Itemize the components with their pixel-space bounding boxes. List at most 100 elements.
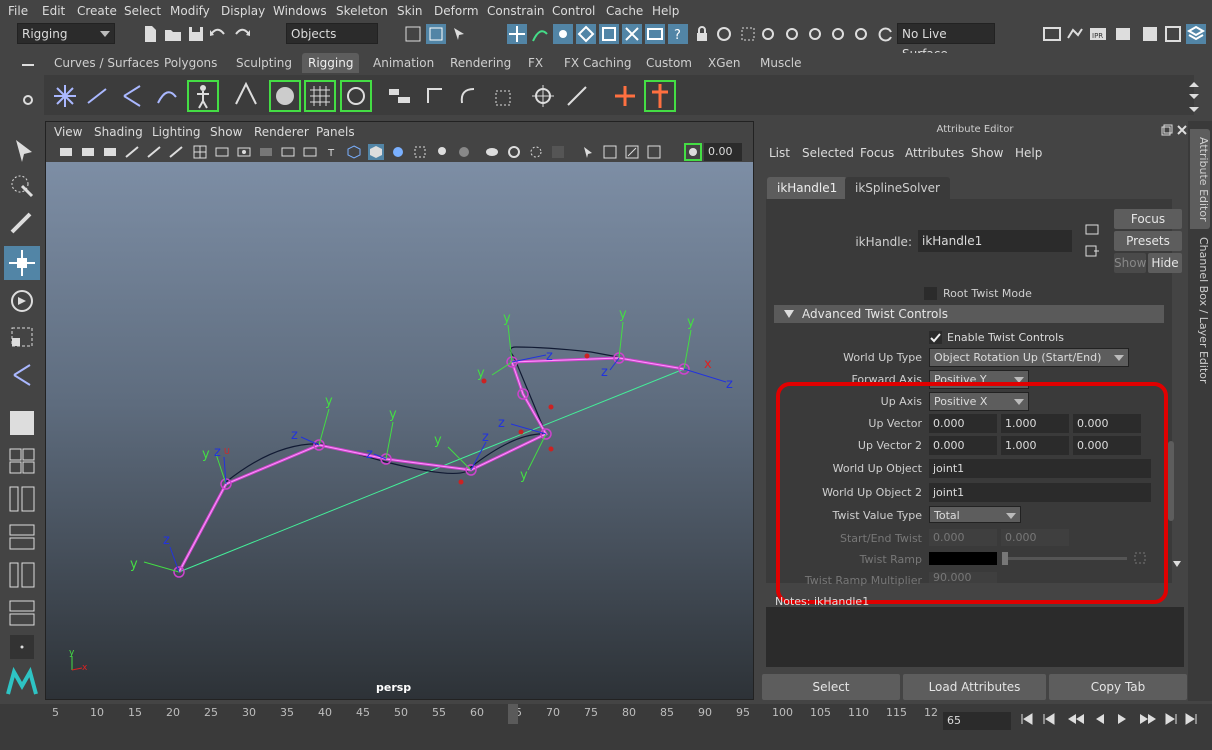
snap-view-plane-icon[interactable] [576, 24, 596, 44]
camera-select-icon[interactable] [58, 144, 74, 160]
ipr-render-icon[interactable]: IPR [1088, 24, 1108, 44]
panel-menu-renderer[interactable]: Renderer [254, 125, 309, 139]
lasso-tool-icon[interactable] [4, 170, 40, 204]
exposure-icon[interactable] [684, 143, 702, 161]
load-attributes-button[interactable]: Load Attributes [903, 674, 1046, 700]
four-pane-icon[interactable] [4, 444, 40, 478]
rotate-tool-icon[interactable] [4, 284, 40, 318]
render-view-icon[interactable] [1042, 24, 1062, 44]
make-live-icon[interactable] [599, 24, 619, 44]
aim-constraint-icon[interactable] [530, 83, 558, 109]
backface-culling-icon[interactable] [646, 144, 662, 160]
snap-align-icon[interactable] [807, 24, 827, 44]
lasso-icon[interactable] [738, 24, 758, 44]
panel-menu-shading[interactable]: Shading [94, 125, 143, 139]
copy-node-icon[interactable] [1084, 221, 1100, 237]
safe-title-icon[interactable]: T [324, 144, 340, 160]
parent-constraint-icon[interactable] [386, 83, 414, 109]
xray-joints-icon[interactable] [624, 144, 640, 160]
snap-grid-icon[interactable] [507, 24, 527, 44]
ae-menu-focus[interactable]: Focus [860, 146, 894, 160]
film-gate-icon[interactable] [214, 144, 230, 160]
shadows-icon[interactable] [456, 144, 472, 160]
anti-aliasing-icon[interactable] [528, 144, 544, 160]
menu-windows[interactable]: Windows [273, 4, 327, 18]
grease-pencil-icon[interactable] [168, 144, 184, 160]
menu-skeleton[interactable]: Skeleton [336, 4, 388, 18]
select-object-icon[interactable] [426, 24, 446, 44]
gate-mask-icon[interactable] [258, 144, 274, 160]
ae-menu-attributes[interactable]: Attributes [905, 146, 964, 160]
shelf-tab-fx-caching[interactable]: FX Caching [558, 53, 637, 73]
menu-select[interactable]: Select [124, 4, 161, 18]
menu-skin[interactable]: Skin [397, 4, 423, 18]
panel-menu-panels[interactable]: Panels [316, 125, 355, 139]
toggle-attribute-editor-icon[interactable] [1186, 24, 1206, 44]
symmetry-icon[interactable] [830, 24, 850, 44]
menu-edit[interactable]: Edit [42, 4, 65, 18]
graph-pane-icon[interactable] [4, 520, 40, 554]
shelf-tab-polygons[interactable]: Polygons [158, 53, 223, 73]
orient-constraint-icon[interactable] [456, 83, 484, 109]
side-tab-attribute-editor[interactable]: Attribute Editor [1190, 129, 1210, 229]
exposure-field[interactable]: 0.00 [704, 143, 742, 161]
humanik-icon[interactable] [187, 80, 219, 112]
shelf-tab-rigging[interactable]: Rigging [302, 53, 360, 73]
advanced-twist-section-header[interactable]: Advanced Twist Controls [774, 305, 1164, 323]
enable-twist-checkbox[interactable] [929, 331, 942, 344]
menuset-dropdown[interactable]: Rigging [17, 23, 115, 44]
menu-deform[interactable]: Deform [434, 4, 479, 18]
close-panel-icon[interactable] [1176, 124, 1188, 136]
character-set-icon[interactable] [644, 80, 676, 112]
panel-menu-lighting[interactable]: Lighting [152, 125, 201, 139]
root-twist-checkbox[interactable] [924, 287, 937, 300]
ae-menu-selected[interactable]: Selected [802, 146, 854, 160]
ik-spline-icon[interactable] [154, 83, 180, 109]
2d-pan-icon[interactable] [146, 144, 162, 160]
notes-text-area[interactable] [766, 607, 1184, 667]
copy-tab-button[interactable]: Copy Tab [1049, 674, 1187, 700]
pole-vector-icon[interactable] [564, 83, 592, 109]
tab-iksplinesolver[interactable]: ikSplineSolver [845, 177, 950, 199]
render-frame-icon[interactable] [1065, 24, 1085, 44]
redo-icon[interactable] [232, 24, 252, 44]
live-surface-field[interactable]: No Live Surface [897, 23, 995, 61]
cluster-icon[interactable] [340, 80, 372, 112]
select-button[interactable]: Select [762, 674, 900, 700]
selection-mode-dropdown[interactable]: Objects [286, 23, 378, 44]
textured-icon[interactable] [412, 144, 428, 160]
joint-tool-icon[interactable] [52, 83, 78, 109]
snap-together-icon[interactable] [760, 24, 780, 44]
motion-blur-icon[interactable] [506, 144, 522, 160]
menu-cache[interactable]: Cache [606, 4, 643, 18]
safe-action-icon[interactable] [302, 144, 318, 160]
current-frame-marker[interactable] [508, 704, 518, 724]
shelf-tab-sculpting[interactable]: Sculpting [230, 53, 298, 73]
outliner-pane-icon[interactable] [4, 482, 40, 516]
tab-ikhandle1[interactable]: ikHandle1 [767, 177, 848, 199]
scale-constraint-icon[interactable] [492, 83, 520, 109]
lattice-icon[interactable] [304, 80, 336, 112]
image-plane-icon[interactable] [124, 144, 140, 160]
smooth-shade-icon[interactable] [368, 144, 384, 160]
snap-mode-icon[interactable] [853, 24, 873, 44]
field-chart-icon[interactable] [280, 144, 296, 160]
presets-button[interactable]: Presets [1114, 231, 1182, 251]
3d-viewport[interactable]: y z y z U y z y z y z y z y y z y z y x [46, 162, 753, 699]
scroll-down-icon[interactable] [1172, 559, 1182, 569]
xray-icon[interactable] [602, 144, 618, 160]
scale-tool-icon[interactable] [4, 320, 40, 354]
input-output-icon[interactable] [1084, 243, 1100, 259]
camera-attr-icon[interactable] [80, 144, 96, 160]
shelf-tab-muscle[interactable]: Muscle [754, 53, 808, 73]
snap-curve-icon[interactable] [530, 24, 550, 44]
locator-red-icon[interactable] [612, 83, 638, 109]
float-panel-icon[interactable] [1161, 124, 1173, 136]
ae-menu-list[interactable]: List [769, 146, 790, 160]
resolution-gate-icon[interactable] [236, 144, 252, 160]
toggle-channel-box-icon[interactable] [1163, 24, 1183, 44]
shelf-tab-xgen[interactable]: XGen [702, 53, 747, 73]
lock-icon[interactable] [692, 24, 712, 44]
show-button[interactable]: Show [1114, 253, 1146, 273]
shelf-scroll-icon[interactable] [1187, 79, 1201, 113]
